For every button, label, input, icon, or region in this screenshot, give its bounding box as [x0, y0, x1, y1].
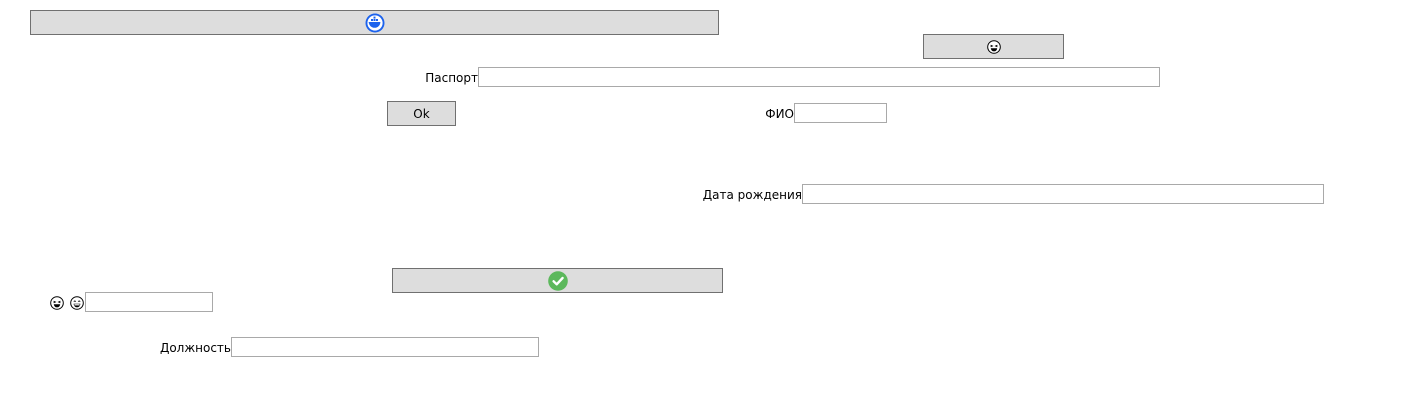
birth-date-label: Дата рождения — [702, 188, 802, 202]
fio-label: ФИО — [765, 107, 794, 121]
laughing-face-icon — [50, 296, 64, 310]
ok-button[interactable]: Ok — [387, 101, 456, 126]
docker-icon — [365, 13, 384, 32]
passport-field[interactable] — [478, 67, 1160, 87]
position-label: Должность — [159, 341, 231, 355]
check-circle-icon — [547, 270, 568, 291]
check-button[interactable] — [392, 268, 723, 293]
emoji-field[interactable] — [85, 292, 213, 312]
position-field[interactable] — [231, 337, 539, 357]
emoji-button[interactable] — [923, 34, 1064, 59]
fio-field[interactable] — [794, 103, 887, 123]
docker-button[interactable] — [30, 10, 719, 35]
birth-date-field[interactable] — [802, 184, 1324, 204]
passport-label: Паспорт — [425, 71, 478, 85]
laughing-face-icon — [986, 39, 1001, 54]
grinning-face-icon — [70, 296, 84, 310]
